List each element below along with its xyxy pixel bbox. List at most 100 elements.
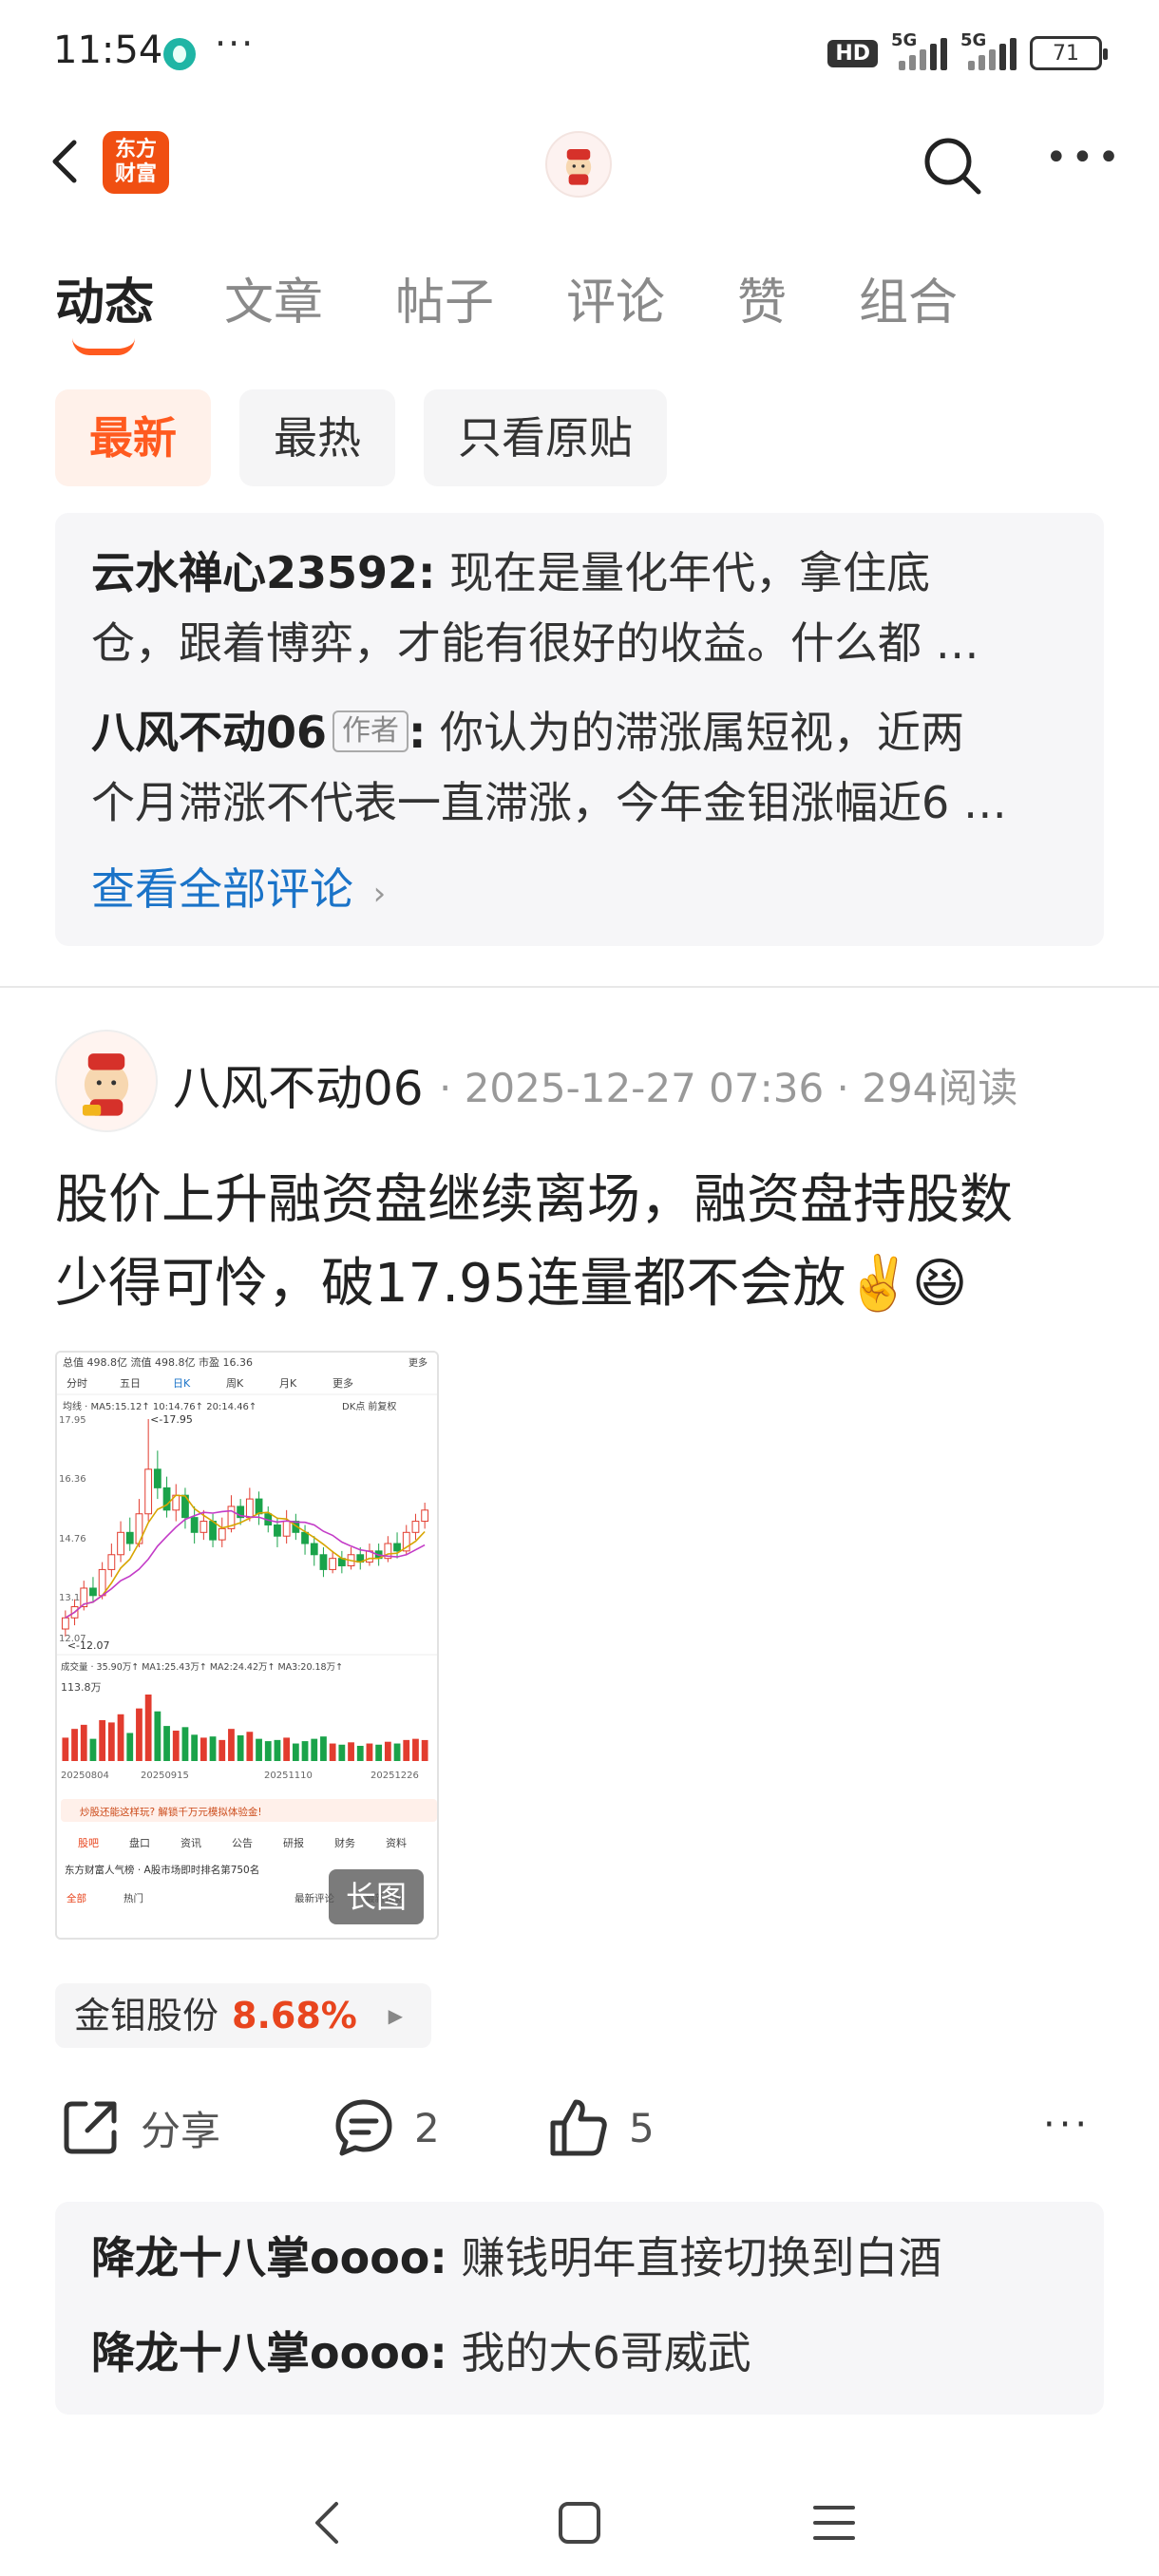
candle-body (200, 1521, 208, 1533)
volume-bar (329, 1743, 336, 1761)
status-indicators: HD 5G 5G 71 (827, 30, 1108, 72)
comment-item[interactable]: 云水禅心23592: 现在是量化年代，拿住底 仓，跟着博弈，才能有很好的收益。什… (91, 538, 1070, 678)
thumb-more-link: 更多 (408, 1356, 428, 1369)
like-button[interactable]: 5 (547, 2090, 655, 2166)
view-all-comments-link[interactable]: 查看全部评论 › (91, 855, 386, 918)
battery-icon: 71 (1030, 36, 1108, 70)
filter-chips: 最新 最热 只看原贴 (55, 389, 667, 488)
post-body[interactable]: 股价上升融资盘继续离场，融资盘持股数 少得可怜，破17.95连量都不会放✌️😆 (55, 1159, 1110, 1326)
view-all-label: 查看全部评论 (91, 863, 353, 915)
like-count: 5 (629, 2104, 655, 2151)
comment-separator: : (418, 547, 436, 598)
thumb-tab: 分时 (66, 1377, 87, 1390)
post-more-options-icon[interactable]: ··· (1043, 2106, 1091, 2144)
filter-latest[interactable]: 最新 (55, 389, 211, 486)
more-options-icon[interactable]: ••• (1045, 139, 1120, 177)
tab-likes[interactable]: 赞 (737, 262, 787, 333)
comment-preview-box[interactable]: 云水禅心23592: 现在是量化年代，拿住底 仓，跟着博弈，才能有很好的收益。什… (55, 513, 1104, 946)
volume-bar (71, 1729, 78, 1761)
comment-user[interactable]: 云水禅心23592 (91, 547, 418, 598)
comment-item[interactable]: 八风不动06 作者: 你认为的滞涨属短视，近两 个月滞涨不代表一直滞涨，今年金钼涨… (91, 697, 1070, 838)
status-more-icon: ··· (215, 23, 256, 65)
eastmoney-logo[interactable]: 东方 财富 (103, 131, 169, 194)
candle-body (319, 1554, 328, 1570)
logo-line-2: 财富 (114, 162, 157, 186)
chevron-right-icon: › (372, 875, 387, 913)
thumb-x-tick: 20250804 (61, 1771, 109, 1781)
nav-menu-icon[interactable] (809, 2498, 859, 2548)
comment-separator: : (429, 2327, 447, 2378)
comment-text-line-1: 现在是量化年代，拿住底 (449, 547, 931, 598)
filter-hottest[interactable]: 最热 (239, 389, 395, 486)
filter-original-only[interactable]: 只看原贴 (424, 389, 667, 486)
comment-item[interactable]: 降龙十八掌oooo: 我的大6哥威武 (91, 2318, 1070, 2388)
thumbs-up-icon (550, 2099, 607, 2156)
candle-body (274, 1524, 281, 1537)
candle-body (421, 1509, 429, 1523)
volume-bar (191, 1734, 199, 1761)
share-icon (64, 2101, 117, 2154)
tab-portfolios[interactable]: 组合 (859, 262, 958, 333)
candle-body (125, 1531, 134, 1544)
post-author-name[interactable]: 八风不动06 (173, 1051, 424, 1119)
comment-user[interactable]: 降龙十八掌oooo (91, 2327, 429, 2378)
tab-articles[interactable]: 文章 (224, 262, 323, 333)
author-avatar[interactable] (55, 1030, 158, 1132)
candle-body (282, 1521, 291, 1537)
hd-voice-icon: HD (827, 39, 878, 67)
long-image-badge: 长图 (329, 1869, 424, 1924)
volume-bar (117, 1714, 124, 1761)
volume-bar (62, 1737, 69, 1761)
post-text-line-2: 少得可怜，破17.95连量都不会放✌️😆 (55, 1253, 968, 1315)
volume-bar (181, 1727, 189, 1761)
volume-bar (283, 1737, 291, 1761)
comment-button[interactable]: 2 (332, 2090, 440, 2166)
nav-back-icon[interactable] (304, 2496, 352, 2549)
comment-text-line-2: 个月滞涨不代表一直滞涨，今年金钼涨幅近6 … (91, 777, 1007, 828)
signal-icon-2: 5G (960, 30, 1016, 70)
post-image-thumbnail[interactable]: 总值 498.8亿 流值 498.8亿 市盈 16.36 更多 分时 五日 日K 周K… (55, 1351, 439, 1940)
thumb-x-tick: 20250915 (141, 1771, 189, 1781)
comment-text: 我的大6哥威武 (461, 2327, 751, 2378)
candle-body (89, 1587, 97, 1597)
thumb-y-tick: 14.76 (59, 1534, 86, 1544)
thumb-volume-label: 113.8万 (61, 1681, 102, 1694)
candle-body (411, 1521, 420, 1533)
volume-bar (274, 1739, 281, 1761)
comment-text-line-1: 你认为的滞涨属短视，近两 (440, 707, 965, 758)
thumb-rank-line: 东方财富人气榜 · A股市场即时排名第750名 (65, 1864, 259, 1876)
comment-separator: : (429, 2232, 447, 2283)
volume-bar (311, 1738, 318, 1761)
candle-body (190, 1517, 199, 1533)
thumb-menu-item: 公告 (232, 1837, 253, 1849)
stock-tag[interactable]: 金钼股份 8.68% ▶ (55, 1983, 431, 2048)
search-icon[interactable] (918, 131, 986, 199)
volume-bar (99, 1719, 106, 1761)
post-comment-preview[interactable]: 降龙十八掌oooo: 赚钱明年直接切换到白酒 降龙十八掌oooo: 我的大6哥威… (55, 2202, 1104, 2415)
comment-text: 赚钱明年直接切换到白酒 (461, 2232, 942, 2283)
volume-bar (264, 1741, 272, 1761)
comment-user[interactable]: 八风不动06 (91, 707, 327, 758)
share-button[interactable]: 分享 (59, 2090, 220, 2166)
thumb-tab: 月K (279, 1377, 297, 1390)
thumb-y-tick: 17.95 (59, 1415, 86, 1426)
volume-bar (228, 1729, 235, 1761)
user-avatar-icon[interactable] (545, 131, 612, 198)
thumb-promo-banner: 炒股还能这样玩? 解锁千万元模拟体验金! (80, 1806, 262, 1818)
comment-user[interactable]: 降龙十八掌oooo (91, 2232, 429, 2283)
tab-comments[interactable]: 评论 (566, 262, 665, 333)
volume-bar (218, 1739, 226, 1761)
comment-item[interactable]: 降龙十八掌oooo: 赚钱明年直接切换到白酒 (91, 2223, 1070, 2293)
tab-dynamics[interactable]: 动态 (55, 262, 154, 333)
thumb-tab: 日K (173, 1377, 191, 1390)
back-icon[interactable] (38, 133, 95, 190)
volume-bar (292, 1743, 299, 1761)
volume-bar (154, 1711, 162, 1761)
candle-body (117, 1531, 124, 1556)
candle-body (245, 1498, 254, 1519)
candle-body (218, 1527, 226, 1541)
tab-posts[interactable]: 帖子 (395, 262, 494, 333)
profile-tabs: 动态 文章 帖子 评论 赞 组合 (0, 256, 1159, 361)
nav-home-icon[interactable] (555, 2498, 604, 2548)
volume-bar (144, 1695, 152, 1761)
